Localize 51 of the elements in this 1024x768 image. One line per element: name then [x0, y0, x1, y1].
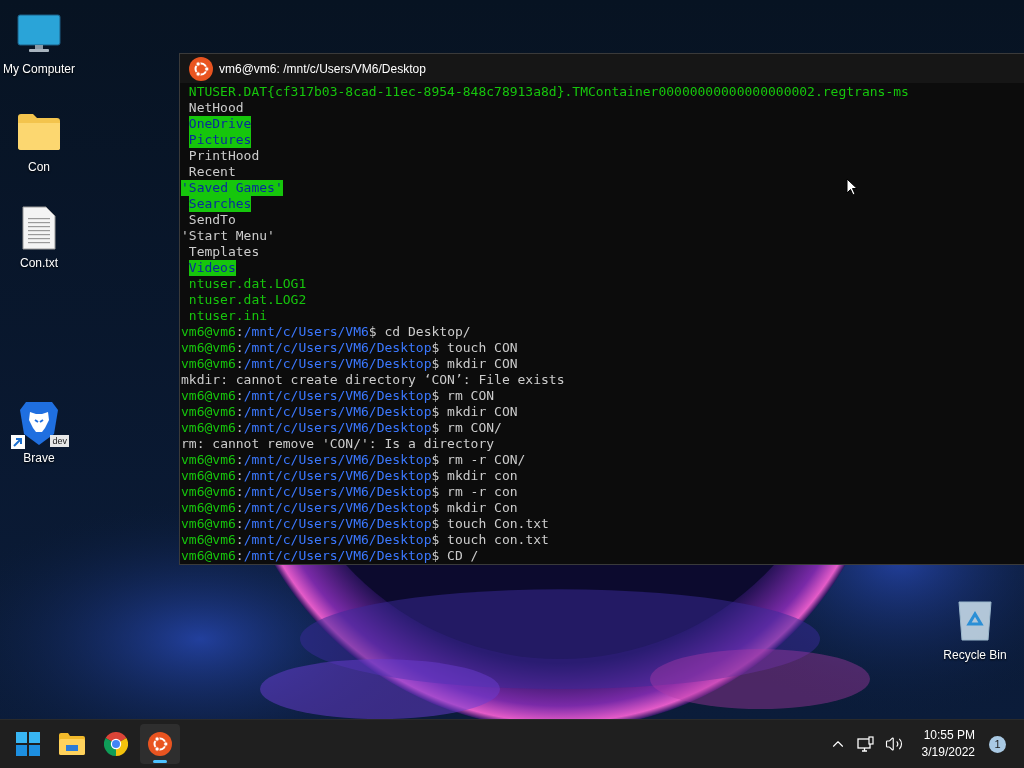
desktop-icon-label[interactable]: My Computer [3, 62, 75, 76]
file-entry: Templates [188, 244, 260, 260]
file-entry: ntuser.ini [188, 308, 268, 324]
windows-logo-icon [16, 732, 40, 756]
taskbar-app-button[interactable] [140, 724, 180, 764]
ubuntu-logo-icon [189, 56, 213, 81]
mouse-pointer-icon [846, 178, 858, 196]
document-icon [22, 206, 56, 250]
badge-text: dev [50, 435, 69, 447]
folder-icon [17, 113, 61, 151]
monitor-icon [17, 14, 61, 54]
terminal-line: vm6@vm6:/mnt/c/Users/VM6/Desktop$ CD / [181, 548, 479, 564]
desktop-icon-label[interactable]: Brave [23, 451, 55, 465]
file-entry: 'Start Menu' [181, 228, 275, 244]
clock-date[interactable]: 3/19/2022 [921, 744, 975, 761]
desktop-icon-label[interactable]: Con [28, 160, 50, 174]
terminal-line: vm6@vm6:/mnt/c/Users/VM6$ cd Desktop/ [181, 324, 471, 340]
terminal-line: rm: cannot remove 'CON/': Is a directory [181, 436, 495, 452]
file-entry: NTUSER.DAT{cf317b03-8cad-11ec-8954-848c78913a8d}.TMContainer00000000000000000002.regtrans-ms [188, 84, 909, 100]
folder-icon [59, 733, 85, 755]
file-entry: ntuser.dat.LOG1 [188, 276, 307, 292]
terminal-line: vm6@vm6:/mnt/c/Users/VM6/Desktop$ rm -r con [181, 484, 518, 500]
terminal-line: vm6@vm6:/mnt/c/Users/VM6/Desktop$ rm -r CON/ [181, 452, 526, 468]
file-entry: 'Saved Games' [181, 180, 283, 196]
file-entry: Pictures [188, 132, 252, 148]
file-entry: SendTo [188, 212, 236, 228]
file-entry: PrintHood [188, 148, 260, 164]
file-entry: OneDrive [188, 116, 252, 132]
terminal-line: vm6@vm6:/mnt/c/Users/VM6/Desktop$ mkdir Con [181, 500, 518, 516]
desktop-icon-label[interactable]: Con.txt [20, 256, 58, 270]
file-entry: Videos [188, 260, 236, 276]
desktop-icon-label[interactable]: Recycle Bin [943, 648, 1007, 662]
terminal-line: vm6@vm6:/mnt/c/Users/VM6/Desktop$ mkdir CON [181, 356, 518, 372]
terminal-line: vm6@vm6:/mnt/c/Users/VM6/Desktop$ mkdir con [181, 468, 518, 484]
file-entry: NetHood [188, 100, 244, 116]
terminal-line: vm6@vm6:/mnt/c/Users/VM6/Desktop$ rm CON/ [181, 420, 502, 436]
terminal-line: vm6@vm6:/mnt/c/Users/VM6/Desktop$ touch CON [181, 340, 518, 356]
file-entry: ntuser.dat.LOG2 [188, 292, 307, 308]
clock-time[interactable]: 10:55 PM [923, 727, 975, 744]
file-entry: Recent [188, 164, 236, 180]
ubuntu-logo-icon [148, 732, 172, 756]
notification-count[interactable]: 1 [989, 735, 1006, 753]
terminal-line: vm6@vm6:/mnt/c/Users/VM6/Desktop$ touch Con.txt [181, 516, 549, 532]
window-title: vm6@vm6: /mnt/c/Users/VM6/Desktop [219, 61, 426, 76]
terminal-line: vm6@vm6:/mnt/c/Users/VM6/Desktop$ mkdir CON [181, 404, 518, 420]
terminal-line: vm6@vm6:/mnt/c/Users/VM6/Desktop$ touch con.txt [181, 532, 549, 548]
recycle-bin-icon [957, 598, 993, 642]
terminal-line: vm6@vm6:/mnt/c/Users/VM6/Desktop$ rm CON [181, 388, 495, 404]
file-entry: Searches [188, 196, 252, 212]
chrome-logo-icon [104, 732, 128, 756]
terminal-line: mkdir: cannot create directory ‘CON’: File exists [181, 372, 565, 388]
